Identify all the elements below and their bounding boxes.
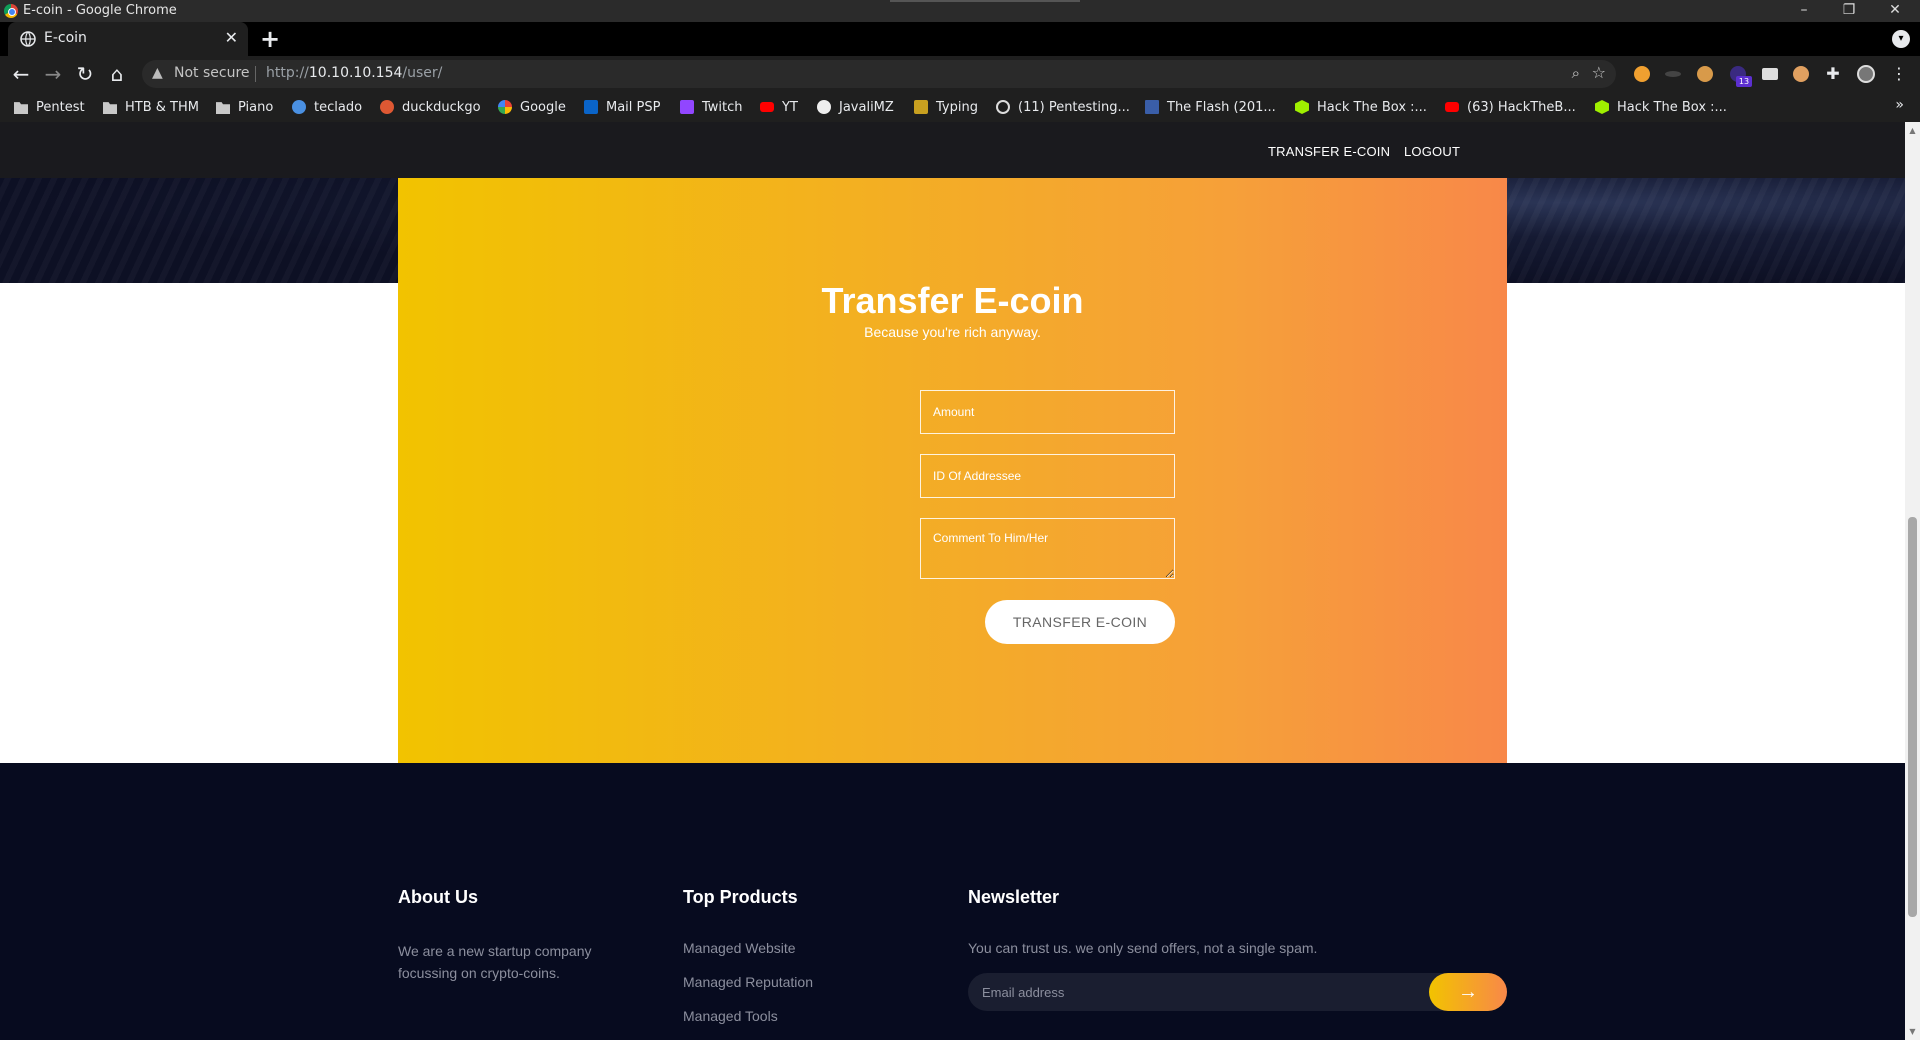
- minimize-button[interactable]: –: [1782, 0, 1826, 22]
- tab-search-icon[interactable]: ▾: [1892, 30, 1910, 48]
- security-label[interactable]: Not secure: [174, 65, 250, 81]
- transfer-ecoin-button[interactable]: TRANSFER E-COIN: [985, 600, 1175, 644]
- newsletter-submit-button[interactable]: →: [1429, 973, 1507, 1011]
- bookmarks-bar: Pentest HTB & THM Piano teclado duckduck…: [0, 92, 1920, 122]
- bookmark-hack-the-box-2[interactable]: Hack The Box :...: [1595, 98, 1727, 116]
- bookmark-typing[interactable]: Typing: [914, 98, 978, 116]
- bookmark-google[interactable]: Google: [498, 98, 566, 116]
- forward-arrow-icon[interactable]: →: [41, 62, 65, 86]
- nav-transfer-ecoin[interactable]: TRANSFER E-COIN: [1268, 144, 1390, 159]
- tab-close-icon[interactable]: ✕: [225, 28, 238, 47]
- github-icon: [817, 100, 831, 114]
- newsletter-email-input[interactable]: [968, 973, 1506, 1011]
- youtube-icon: [1445, 102, 1459, 112]
- amount-input[interactable]: [920, 390, 1175, 434]
- bookmark-twitch[interactable]: Twitch: [680, 98, 743, 116]
- close-window-button[interactable]: ✕: [1873, 0, 1917, 22]
- arrow-right-icon: →: [1458, 981, 1478, 1003]
- bookmarks-overflow-icon[interactable]: »: [1895, 97, 1904, 113]
- scroll-up-icon[interactable]: ▲: [1908, 126, 1917, 135]
- bookmark-star-icon[interactable]: ☆: [1592, 63, 1606, 82]
- bookmark-javalimz[interactable]: JavaliMZ: [817, 98, 894, 116]
- bookmark-piano[interactable]: Piano: [216, 98, 273, 116]
- product-link-managed-reputation[interactable]: Managed Reputation: [683, 974, 813, 990]
- extension-badge: 13: [1736, 76, 1752, 87]
- about-us-text: We are a new startup company focussing o…: [398, 943, 592, 981]
- twitch-icon: [680, 100, 694, 114]
- folder-icon: [14, 102, 28, 114]
- tab-strip: E-coin ✕ + ▾: [0, 22, 1920, 56]
- transfer-subtitle: Because you're rich anyway.: [864, 324, 1041, 340]
- bookmark-hackthebox-yt[interactable]: (63) HackTheB...: [1445, 98, 1576, 116]
- youtube-icon: [760, 102, 774, 112]
- address-separator: [255, 66, 256, 82]
- extension-cookie2-icon[interactable]: [1793, 66, 1809, 82]
- chrome-logo-icon: [4, 4, 18, 18]
- bookmark-htb-thm[interactable]: HTB & THM: [103, 98, 199, 116]
- scrollbar-thumb[interactable]: [1908, 517, 1917, 917]
- bookmark-pentesting[interactable]: (11) Pentesting...: [996, 98, 1130, 116]
- window-drag-handle[interactable]: [890, 0, 1080, 2]
- bookmark-duckduckgo[interactable]: duckduckgo: [380, 98, 481, 116]
- extension-folder-icon[interactable]: [1762, 68, 1778, 80]
- web-page: TRANSFER E-COIN LOGOUT Transfer E-coin B…: [0, 122, 1905, 1040]
- restore-button[interactable]: ❐: [1827, 0, 1871, 22]
- browser-toolbar: ← → ↻ ⌂ ▲ Not secure http://10.10.10.154…: [0, 56, 1920, 92]
- product-link-managed-website[interactable]: Managed Website: [683, 940, 796, 956]
- product-link-managed-tools[interactable]: Managed Tools: [683, 1008, 778, 1024]
- globe-icon: [996, 100, 1010, 114]
- transfer-title: Transfer E-coin: [821, 280, 1084, 321]
- top-products-heading: Top Products: [683, 887, 798, 907]
- extensions-puzzle-icon[interactable]: ✚: [1825, 66, 1841, 82]
- transfer-card: Transfer E-coin Because you're rich anyw…: [398, 178, 1507, 763]
- tab-title: E-coin: [44, 30, 87, 46]
- bookmark-yt[interactable]: YT: [760, 98, 798, 116]
- folder-icon: [216, 102, 230, 114]
- scroll-down-icon[interactable]: ▼: [1908, 1027, 1917, 1036]
- nav-logout[interactable]: LOGOUT: [1404, 144, 1460, 159]
- extension-glasses-icon[interactable]: [1665, 71, 1681, 77]
- htb-icon: [1595, 100, 1609, 114]
- bookmark-mail-psp[interactable]: Mail PSP: [584, 98, 660, 116]
- bookmark-pentest[interactable]: Pentest: [14, 98, 85, 116]
- page-scrollbar[interactable]: ▲ ▼: [1905, 122, 1920, 1040]
- outlook-icon: [584, 100, 598, 114]
- site-footer: About Us We are a new startup company fo…: [0, 763, 1905, 1040]
- zoom-icon[interactable]: ⌕: [1572, 64, 1580, 82]
- reload-icon[interactable]: ↻: [73, 62, 97, 86]
- bookmark-hack-the-box-1[interactable]: Hack The Box :...: [1295, 98, 1427, 116]
- bookmark-teclado[interactable]: teclado: [292, 98, 362, 116]
- extension-cookie-icon[interactable]: [1697, 66, 1713, 82]
- back-arrow-icon[interactable]: ←: [9, 62, 33, 86]
- extension-c-icon[interactable]: [1634, 66, 1650, 82]
- comment-textarea[interactable]: [920, 518, 1175, 579]
- newsletter-text: You can trust us. we only send offers, n…: [968, 940, 1318, 956]
- newsletter-heading: Newsletter: [968, 887, 1060, 907]
- home-icon[interactable]: ⌂: [105, 62, 129, 86]
- bookmark-the-flash[interactable]: The Flash (201...: [1145, 98, 1276, 116]
- tab-ecoin[interactable]: E-coin ✕: [8, 22, 248, 56]
- site-icon: [292, 100, 306, 114]
- site-navbar: TRANSFER E-COIN LOGOUT: [0, 122, 1905, 178]
- profile-avatar[interactable]: [1857, 65, 1875, 83]
- about-us-heading: About Us: [398, 887, 478, 907]
- window-title: E-coin - Google Chrome: [23, 3, 177, 18]
- addressee-id-input[interactable]: [920, 454, 1175, 498]
- google-icon: [498, 100, 512, 114]
- warning-icon[interactable]: ▲: [152, 65, 163, 81]
- url-text[interactable]: http://10.10.10.154/user/: [266, 65, 442, 81]
- htb-icon: [1295, 100, 1309, 114]
- address-bar[interactable]: ▲ Not secure http://10.10.10.154/user/ ⌕…: [142, 60, 1616, 88]
- new-tab-button[interactable]: +: [260, 25, 280, 53]
- folder-icon: [103, 102, 117, 114]
- film-icon: [1145, 100, 1159, 114]
- globe-icon: [20, 31, 36, 47]
- menu-kebab-icon[interactable]: ⋮: [1891, 66, 1907, 82]
- window-titlebar: E-coin - Google Chrome – ❐ ✕: [0, 0, 1920, 22]
- duckduckgo-icon: [380, 100, 394, 114]
- typing-icon: [914, 100, 928, 114]
